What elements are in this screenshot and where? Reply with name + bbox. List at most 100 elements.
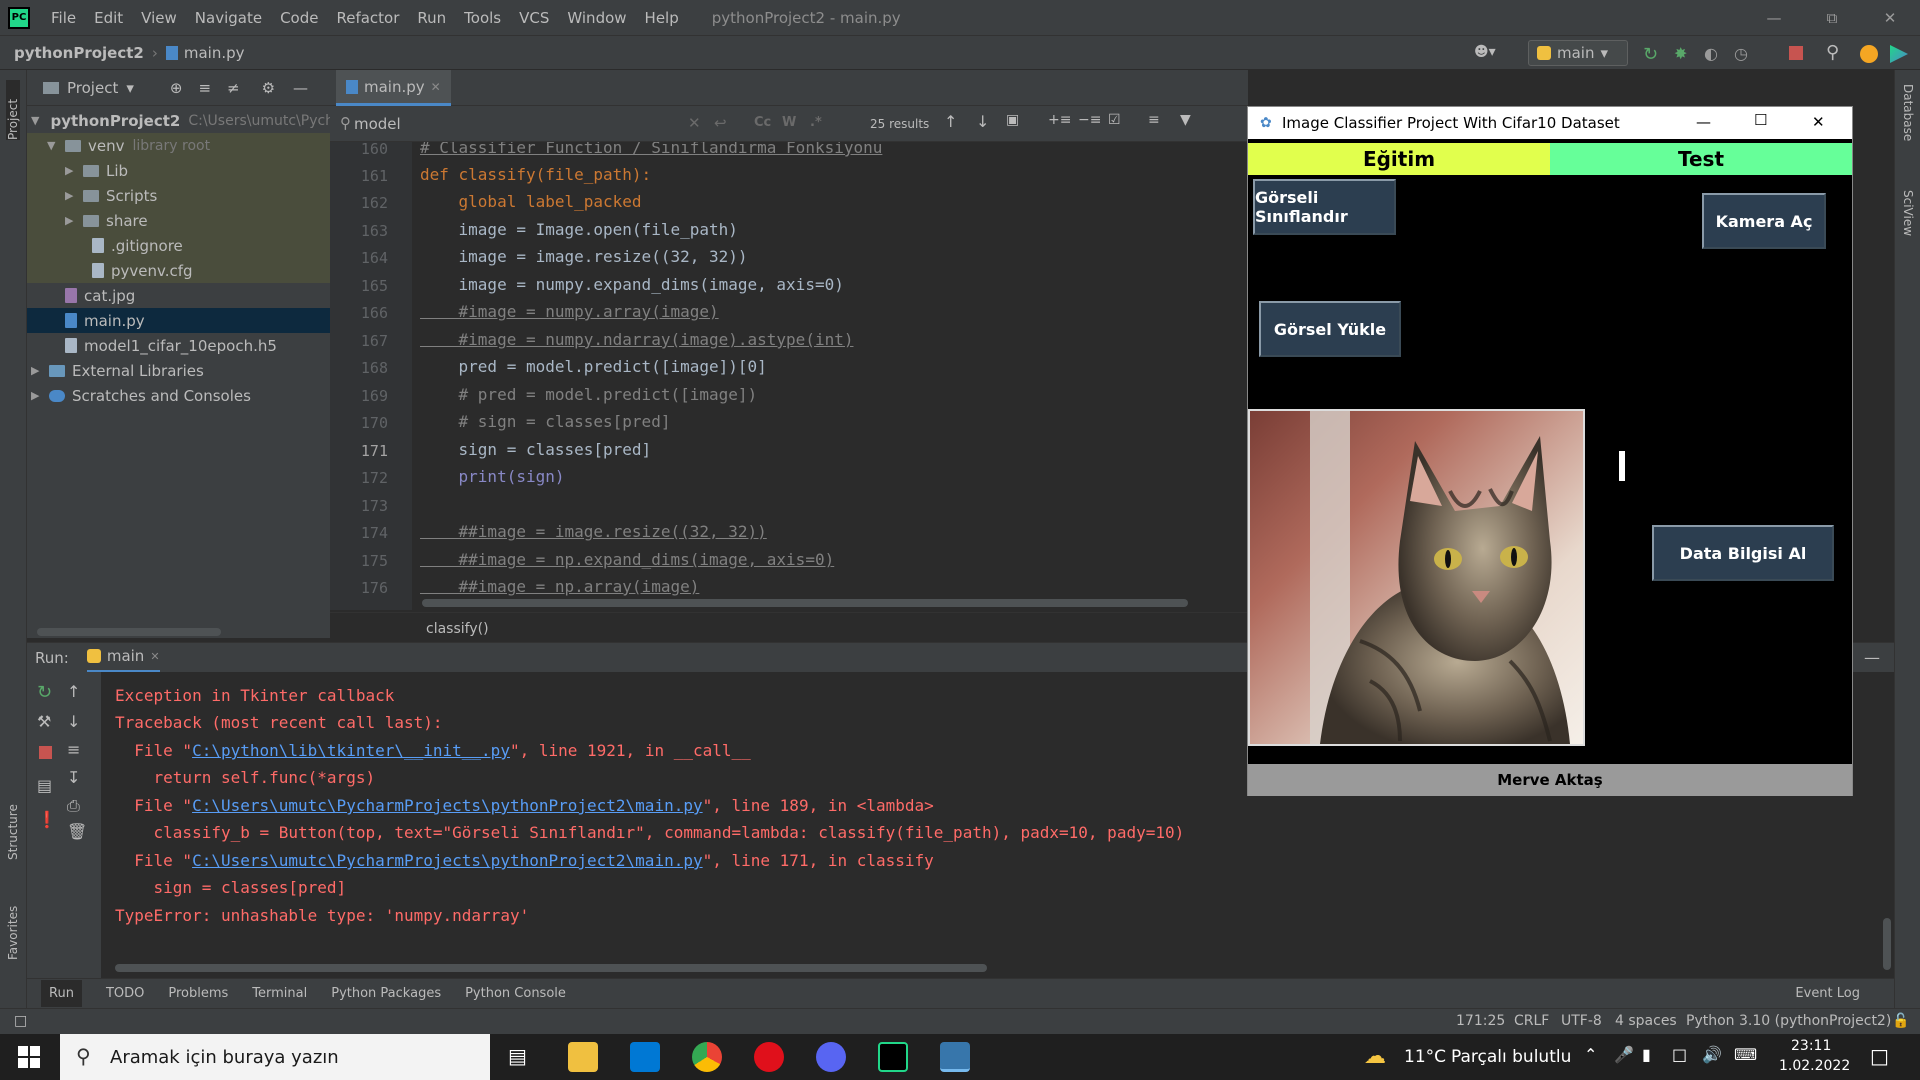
tray-chevron-up-icon[interactable]: ⌃ <box>1584 1045 1597 1064</box>
discord-icon[interactable] <box>816 1042 846 1072</box>
favorites-tool-tab[interactable]: Favorites <box>6 890 20 960</box>
code-breadcrumb[interactable]: classify() <box>330 612 1248 642</box>
close-window-button[interactable]: ✕ <box>1812 113 1825 131</box>
network-icon[interactable]: □ <box>1672 1045 1687 1064</box>
structure-tool-tab[interactable]: Structure <box>6 790 20 860</box>
chevron-right-icon[interactable]: ▶ <box>65 164 79 177</box>
sciview-tool-tab[interactable]: SciView <box>1901 190 1915 260</box>
scroll-up-icon[interactable]: ↑ <box>67 682 80 701</box>
console-file-link[interactable]: C:\Users\umutc\PycharmProjects\pythonPro… <box>192 851 703 870</box>
print-icon[interactable]: ⎙ <box>67 796 80 816</box>
clock-date[interactable]: 1.02.2022 <box>1779 1058 1850 1074</box>
chrome-icon[interactable] <box>692 1042 722 1072</box>
run-tool-tab[interactable]: Run <box>41 980 82 1007</box>
chevron-down-icon[interactable]: ▼ <box>31 114 39 127</box>
python-taskbar-icon[interactable] <box>940 1042 970 1072</box>
pin-icon[interactable]: ❗ <box>37 810 57 829</box>
minimize-button[interactable]: — <box>1745 0 1803 36</box>
menu-tools[interactable]: Tools <box>455 9 510 27</box>
classify-image-button[interactable]: Görseli Sınıflandır <box>1253 179 1396 235</box>
select-all-occurrences-icon[interactable]: ▣ <box>1006 112 1019 128</box>
console-file-link[interactable]: C:\Users\umutc\PycharmProjects\pythonPro… <box>192 796 703 815</box>
lock-icon[interactable]: 🔓 <box>1892 1013 1909 1029</box>
windows-start-icon[interactable] <box>18 1046 40 1068</box>
upload-image-button[interactable]: Görsel Yükle <box>1259 301 1401 357</box>
stop-icon[interactable] <box>1789 46 1803 60</box>
clear-search-icon[interactable]: ✕ <box>688 114 701 132</box>
select-all-icon[interactable]: ☑ <box>1108 112 1121 128</box>
regex-icon[interactable]: .* <box>810 115 822 130</box>
menu-vcs[interactable]: VCS <box>510 9 558 27</box>
debug-icon[interactable]: ✸ <box>1674 44 1687 63</box>
indent-setting[interactable]: 4 spaces <box>1615 1013 1677 1029</box>
file-encoding[interactable]: UTF-8 <box>1561 1013 1602 1029</box>
next-occurrence-icon[interactable]: ↓ <box>976 112 989 131</box>
chevron-right-icon[interactable]: ▶ <box>65 189 79 202</box>
menu-code[interactable]: Code <box>271 9 327 27</box>
tab-egitim[interactable]: Eğitim <box>1248 143 1550 175</box>
problems-tool-tab[interactable]: Problems <box>168 986 228 1001</box>
python-packages-tool-tab[interactable]: Python Packages <box>331 986 441 1001</box>
previous-occurrence-icon[interactable]: ↑ <box>944 112 957 131</box>
horizontal-scrollbar[interactable] <box>37 628 221 636</box>
rerun-icon[interactable]: ↻ <box>37 682 52 703</box>
clock-time[interactable]: 23:11 <box>1791 1038 1831 1054</box>
microsoft-store-icon[interactable] <box>630 1042 660 1072</box>
profile-icon[interactable]: ◷ <box>1734 44 1748 63</box>
maximize-button[interactable]: ☐ <box>1754 111 1767 129</box>
tab-main-py[interactable]: main.py ✕ <box>336 70 451 106</box>
tree-item-lib[interactable]: ▶ Lib <box>27 158 330 183</box>
chevron-down-icon[interactable]: ▼ <box>47 139 61 152</box>
minimize-panel-icon[interactable]: — <box>1864 648 1880 667</box>
open-camera-button[interactable]: Kamera Aç <box>1702 193 1826 249</box>
search-history-icon[interactable]: ↩ <box>714 114 727 132</box>
todo-tool-tab[interactable]: TODO <box>106 986 144 1001</box>
tree-item-venv[interactable]: ▼ venv library root <box>27 133 330 158</box>
menu-edit[interactable]: Edit <box>85 9 132 27</box>
get-data-info-button[interactable]: Data Bilgisi Al <box>1652 525 1834 581</box>
layout-icon[interactable]: ▤ <box>37 776 52 795</box>
database-tool-tab[interactable]: Database <box>1901 84 1915 164</box>
volume-icon[interactable]: 🔊 <box>1702 1045 1722 1064</box>
menu-help[interactable]: Help <box>636 9 688 27</box>
update-icon[interactable] <box>1860 45 1878 63</box>
tree-item-root[interactable]: ▼ pythonProject2 C:\Users\umutc\Pychar <box>27 108 348 133</box>
collapse-all-icon[interactable]: ≠ <box>227 79 240 97</box>
chevron-right-icon[interactable]: ▶ <box>65 214 79 227</box>
add-occurrence-icon[interactable]: +≡ <box>1048 112 1071 128</box>
run-tab-main[interactable]: main ✕ <box>86 643 160 673</box>
wrench-icon[interactable]: ⚒ <box>37 712 51 731</box>
whole-words-icon[interactable]: W <box>782 115 796 130</box>
minimize-button[interactable]: — <box>1696 113 1711 131</box>
menu-refactor[interactable]: Refactor <box>327 9 408 27</box>
tab-test[interactable]: Test <box>1550 143 1852 175</box>
file-explorer-icon[interactable] <box>568 1042 598 1072</box>
code-editor[interactable]: # Classifier Function / Sınıflandırma Fo… <box>412 142 1248 610</box>
keyboard-icon[interactable]: ⌨ <box>1734 1045 1757 1064</box>
tree-item-pyvenv[interactable]: pyvenv.cfg <box>27 258 330 283</box>
weather-temperature[interactable]: 11°C <box>1404 1047 1446 1067</box>
tree-item-gitignore[interactable]: .gitignore <box>27 233 330 258</box>
tree-item-model-h5[interactable]: model1_cifar_10epoch.h5 <box>27 333 330 358</box>
trash-icon[interactable]: 🗑 <box>67 822 87 841</box>
user-icon[interactable]: ☻▾ <box>1474 44 1514 64</box>
console-vertical-scrollbar[interactable] <box>1883 918 1891 970</box>
rerun-icon[interactable]: ↻ <box>1643 44 1658 65</box>
gear-icon[interactable]: ⚙ <box>262 79 275 97</box>
tree-item-share[interactable]: ▶ share <box>27 208 330 233</box>
tree-item-cat-jpg[interactable]: cat.jpg <box>27 283 330 308</box>
match-case-icon[interactable]: Cc <box>754 115 771 130</box>
project-tool-tab[interactable]: Project <box>6 80 20 140</box>
scroll-to-end-icon[interactable]: ↧ <box>67 768 80 787</box>
weather-icon[interactable]: ☁ <box>1364 1044 1386 1069</box>
menu-run[interactable]: Run <box>408 9 455 27</box>
run-configuration-select[interactable]: main ▾ <box>1528 40 1628 66</box>
event-log-tool-tab[interactable]: Event Log <box>1795 986 1860 1001</box>
menu-view[interactable]: View <box>132 9 186 27</box>
close-window-button[interactable]: ✕ <box>1861 0 1919 36</box>
tree-item-scratches[interactable]: ▶ Scratches and Consoles <box>27 383 330 408</box>
editor-horizontal-scrollbar[interactable] <box>422 599 1188 607</box>
expand-all-icon[interactable]: ≡ <box>198 79 211 97</box>
coverage-icon[interactable]: ◐ <box>1704 44 1718 63</box>
filter-icon[interactable]: ▼ <box>1180 112 1191 128</box>
